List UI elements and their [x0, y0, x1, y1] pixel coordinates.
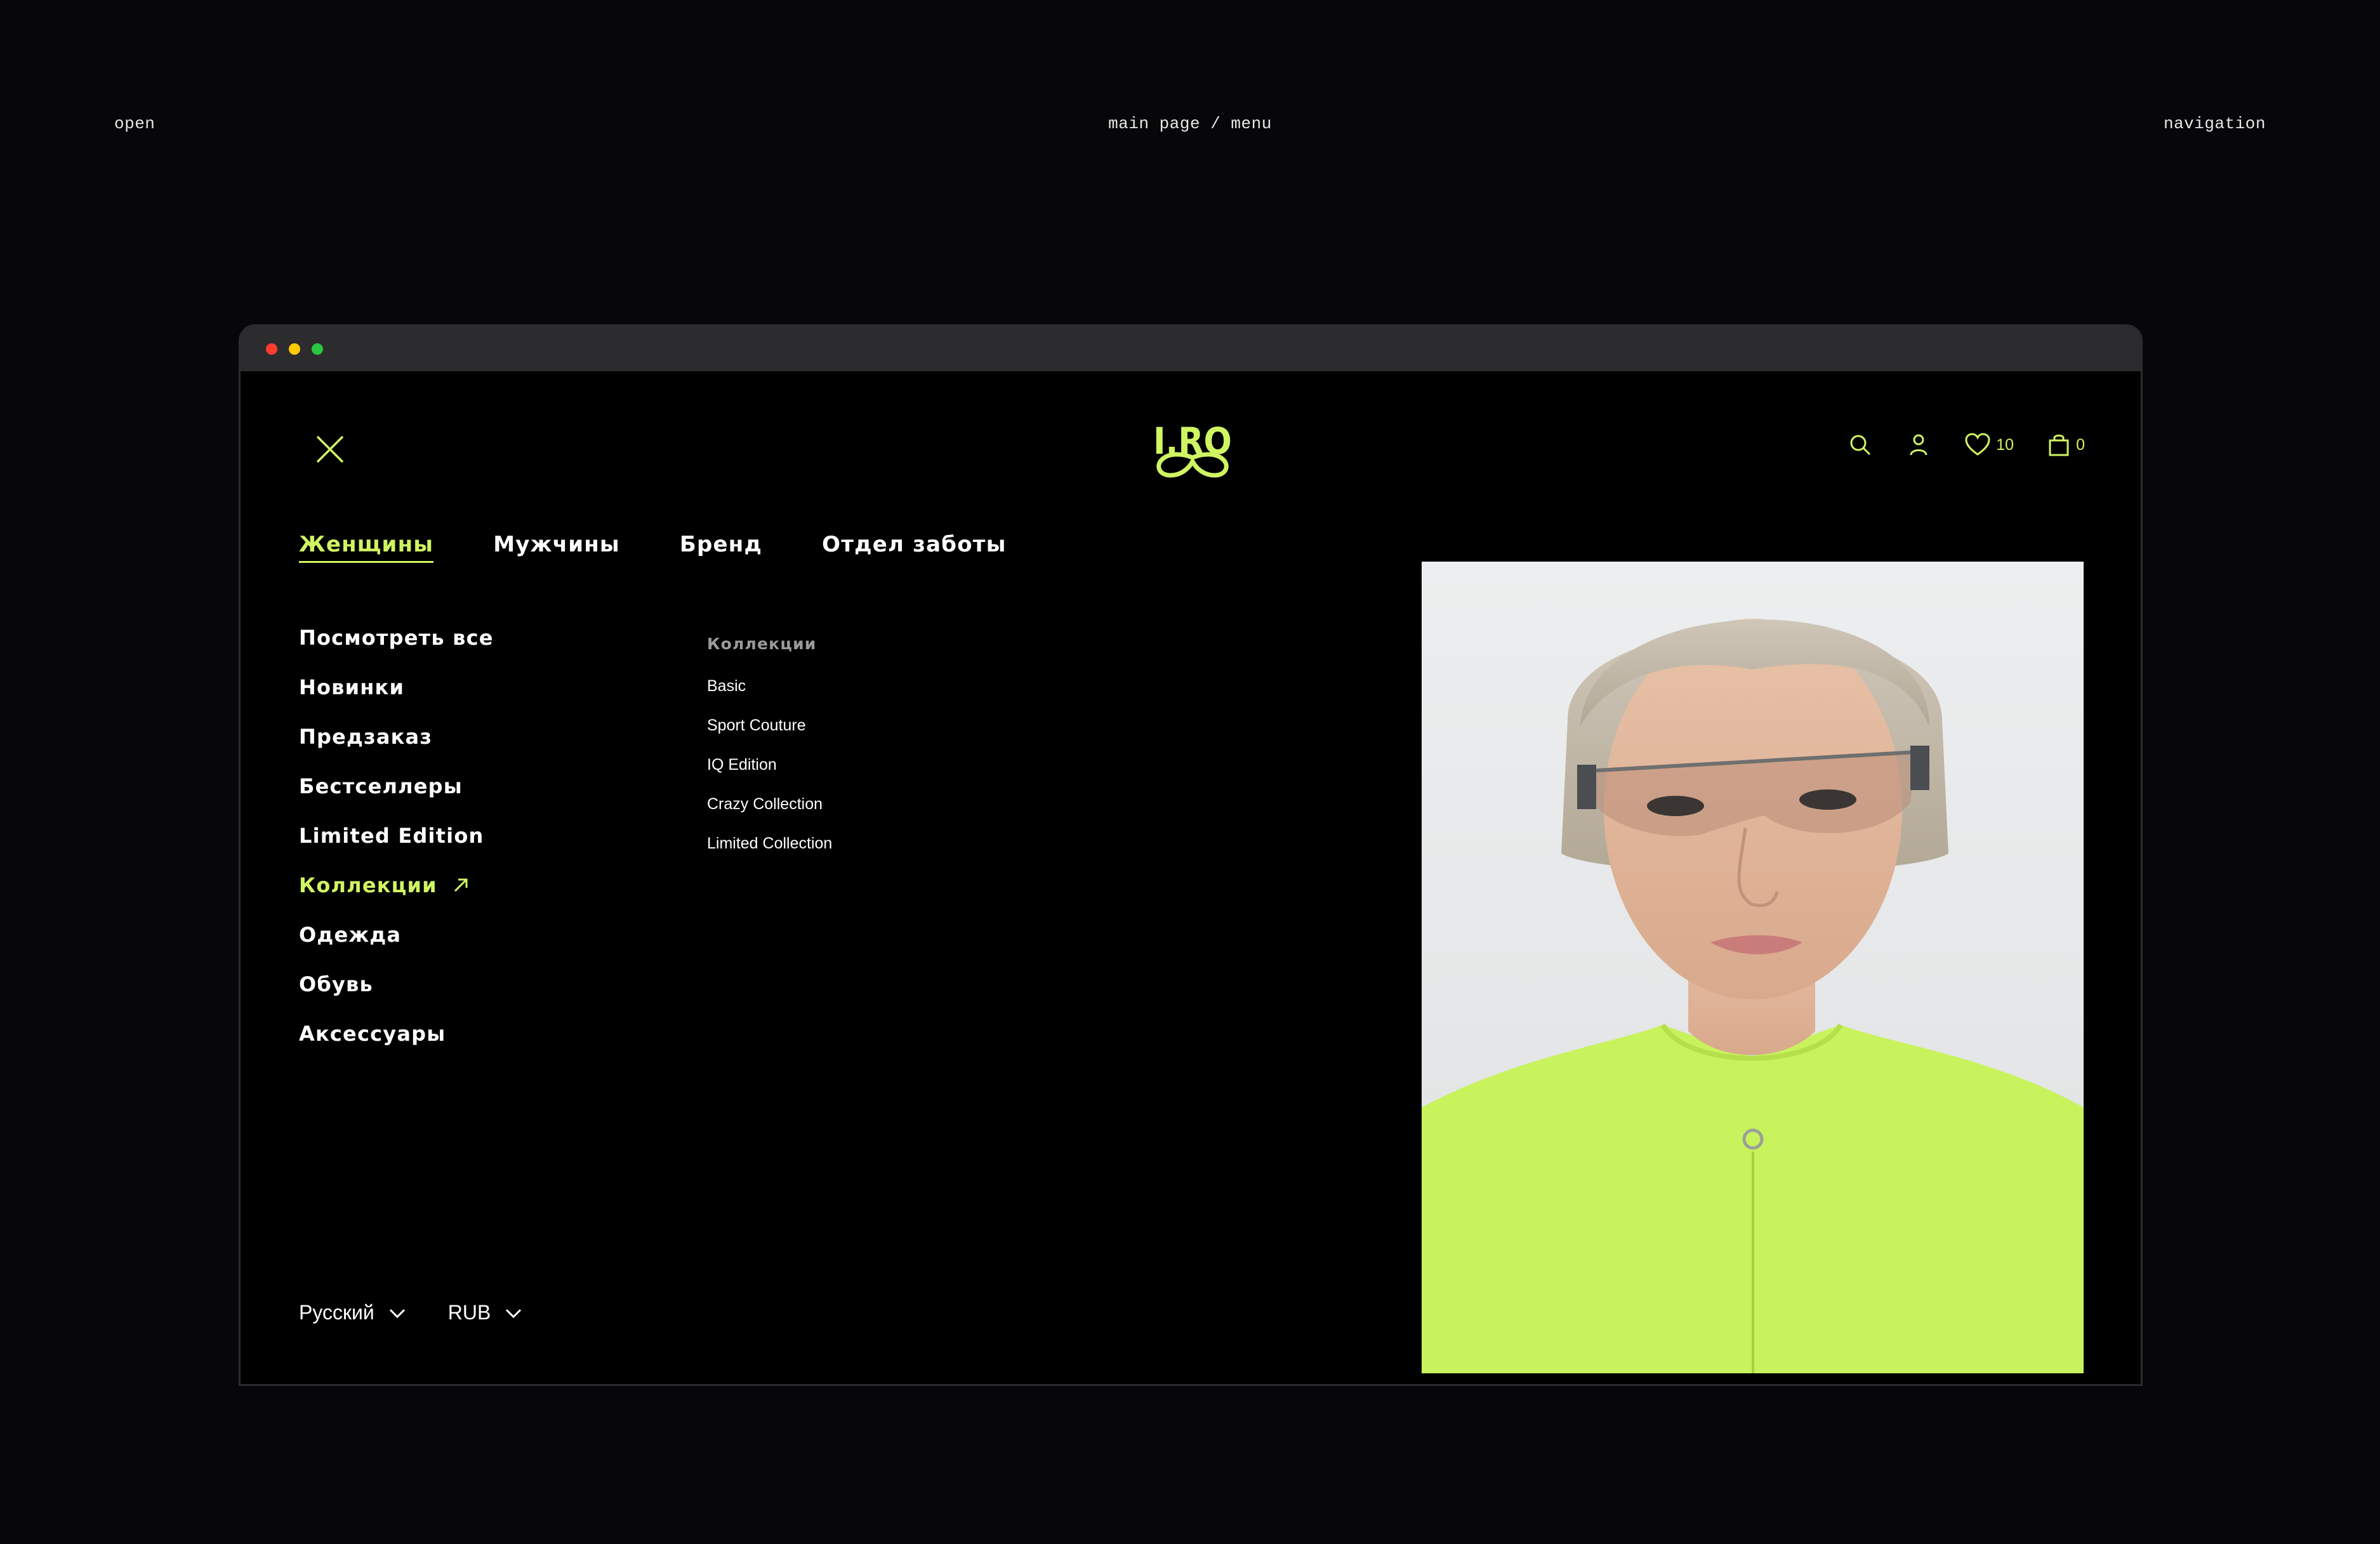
category-limited-edition[interactable]: Limited Edition	[299, 823, 494, 848]
locale-selects: Русский RUB	[299, 1301, 522, 1324]
heart-icon	[1965, 433, 1990, 456]
chevron-down-icon	[389, 1309, 405, 1318]
browser-window: I.RO 10 0 Женщины Мужчины Бренд Отдел за…	[239, 324, 2143, 1386]
currency-value: RUB	[447, 1301, 491, 1324]
submenu-item-basic[interactable]: Basic	[707, 677, 832, 696]
category-accessories[interactable]: Аксессуары	[299, 1021, 494, 1046]
presentation-page: open main page / menu navigation I.RO 10…	[0, 0, 2380, 1544]
user-icon	[1910, 434, 1927, 456]
category-list: Посмотреть все Новинки Предзаказ Бестсел…	[299, 625, 494, 1046]
browser-titlebar	[241, 326, 2141, 371]
category-shoes[interactable]: Обувь	[299, 972, 494, 997]
category-label: Посмотреть все	[299, 626, 494, 650]
submenu-list: Basic Sport Couture IQ Edition Crazy Col…	[707, 677, 832, 853]
close-menu-button[interactable]	[314, 433, 346, 465]
gender-tabs: Женщины Мужчины Бренд Отдел заботы	[299, 532, 1007, 563]
cart-button[interactable]: 0	[2047, 432, 2085, 458]
model-portrait-image	[1422, 562, 2084, 1373]
submenu-item-sport-couture[interactable]: Sport Couture	[707, 716, 832, 735]
category-label: Новинки	[299, 675, 405, 699]
window-close-dot[interactable]	[266, 343, 277, 355]
site-menu: I.RO 10 0 Женщины Мужчины Бренд Отдел за…	[241, 371, 2141, 1384]
category-preorder[interactable]: Предзаказ	[299, 724, 494, 749]
category-label: Limited Edition	[299, 824, 484, 848]
category-label: Обувь	[299, 972, 373, 996]
logo-icon: I.RO	[1153, 419, 1232, 478]
category-label: Аксессуары	[299, 1022, 446, 1046]
wishlist-button[interactable]: 10	[1964, 432, 2014, 458]
header-actions: 10 0	[1848, 432, 2085, 458]
submenu-item-iq-edition[interactable]: IQ Edition	[707, 756, 832, 774]
brand-logo[interactable]: I.RO	[1145, 409, 1240, 479]
submenu-item-crazy-collection[interactable]: Crazy Collection	[707, 795, 832, 814]
category-view-all[interactable]: Посмотреть все	[299, 625, 494, 650]
category-collections[interactable]: Коллекции	[299, 873, 494, 898]
window-minimize-dot[interactable]	[289, 343, 300, 355]
category-clothing[interactable]: Одежда	[299, 922, 494, 947]
category-label: Коллекции	[299, 873, 437, 897]
language-value: Русский	[299, 1301, 374, 1324]
arrow-up-right-icon	[454, 878, 468, 892]
tab-care[interactable]: Отдел заботы	[822, 532, 1007, 563]
category-bestsellers[interactable]: Бестселлеры	[299, 774, 494, 799]
tab-women[interactable]: Женщины	[299, 532, 434, 563]
language-select[interactable]: Русский	[299, 1301, 406, 1324]
search-icon	[1850, 435, 1871, 456]
category-label: Одежда	[299, 923, 402, 947]
category-label: Бестселлеры	[299, 774, 463, 798]
chevron-down-icon	[506, 1309, 522, 1318]
hero-photo	[1422, 562, 2084, 1373]
window-maximize-dot[interactable]	[312, 343, 323, 355]
account-button[interactable]	[1906, 432, 1931, 458]
search-button[interactable]	[1848, 432, 1873, 458]
caption-navigation: navigation	[2163, 114, 2266, 133]
collections-submenu: Коллекции Basic Sport Couture IQ Edition…	[707, 635, 832, 853]
caption-breadcrumb: main page / menu	[1108, 114, 1272, 133]
close-icon	[316, 435, 344, 463]
currency-select[interactable]: RUB	[448, 1301, 523, 1324]
wishlist-count: 10	[1996, 435, 2014, 454]
cart-count: 0	[2076, 435, 2085, 454]
category-label: Предзаказ	[299, 725, 433, 749]
tab-brand[interactable]: Бренд	[680, 532, 762, 563]
category-new[interactable]: Новинки	[299, 675, 494, 700]
submenu-title: Коллекции	[707, 635, 817, 653]
tab-men[interactable]: Мужчины	[493, 532, 620, 563]
bag-icon	[2049, 434, 2069, 456]
submenu-item-limited-collection[interactable]: Limited Collection	[707, 835, 832, 853]
